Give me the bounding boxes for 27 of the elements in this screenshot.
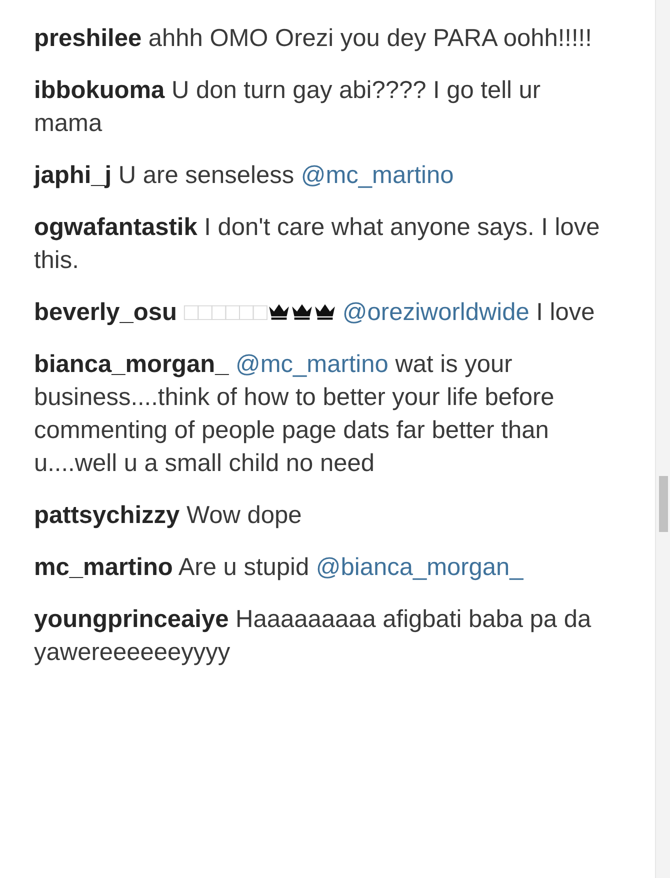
comment-text: pattsychizzy Wow dope [34, 501, 303, 531]
comment-text: beverly_osu □□□□□□ @oreziworldwide I love [34, 298, 596, 328]
username-link[interactable]: ibbokuoma [34, 77, 165, 104]
username-link[interactable]: preshilee [34, 25, 142, 52]
comment-text: youngprinceaiye Haaaaaaaaa afigbati baba pa da yawereeeeeeyyyy [34, 605, 592, 668]
crown-icon [268, 303, 290, 321]
scrollbar-thumb[interactable] [659, 476, 668, 532]
mention-link[interactable]: @mc_martino [300, 162, 454, 189]
username-link[interactable]: beverly_osu [34, 299, 177, 326]
comment-text: bianca_morgan_ @mc_martino wat is your business....think of how to better your life before commenting of people page dats far better than u....well u a small child no need [34, 350, 556, 479]
scrollbar[interactable] [655, 0, 670, 878]
comment-text: mc_martino Are u stupid @bianca_morgan_ [34, 553, 524, 583]
crown-icon [314, 303, 336, 321]
username-link[interactable]: mc_martino [34, 554, 173, 581]
mention-link[interactable]: @mc_martino [236, 351, 388, 378]
username-link[interactable]: ogwafantastik [34, 214, 198, 241]
username-link[interactable]: youngprinceaiye [34, 606, 229, 633]
username-link[interactable]: bianca_morgan_ [34, 351, 229, 378]
comment-text: ogwafantastik I don't care what anyone says. I love this. [34, 213, 601, 276]
crown-icon [290, 303, 313, 321]
comment-text: preshilee ahhh OMO Orezi you dey PARA oohh!!!!! [34, 24, 593, 54]
mention-link[interactable]: @bianca_morgan_ [316, 554, 524, 581]
comment-text: ibbokuoma U don turn gay abi???? I go tell ur mama [34, 76, 542, 139]
comment-text: japhi_j U are senseless @mc_martino [34, 161, 455, 191]
username-link[interactable]: pattsychizzy [34, 502, 180, 529]
username-link[interactable]: japhi_j [34, 162, 112, 189]
mention-link[interactable]: @oreziworldwide [342, 299, 530, 326]
